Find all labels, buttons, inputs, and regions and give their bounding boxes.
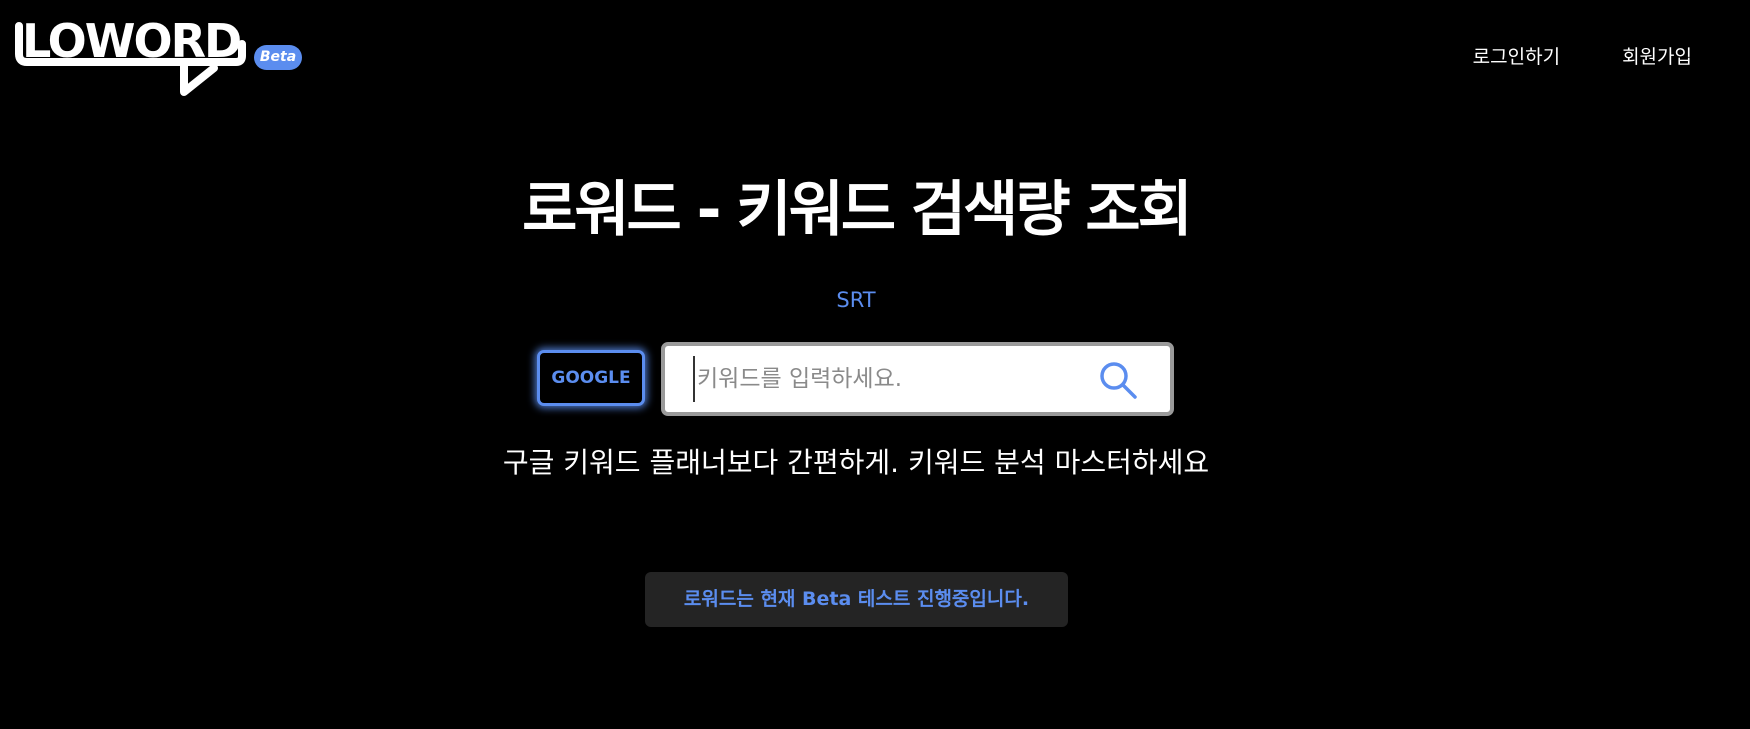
signup-link[interactable]: 회원가입	[1622, 44, 1692, 70]
header: LOWORD Beta 로그인하기 회원가입	[0, 0, 1750, 110]
search-input[interactable]	[693, 356, 1077, 402]
page: LOWORD Beta 로그인하기 회원가입 로워드 - 키워드 검색량 조회 …	[0, 0, 1750, 729]
page-title: 로워드 - 키워드 검색량 조회	[522, 175, 1193, 245]
login-link[interactable]: 로그인하기	[1473, 44, 1560, 70]
search-icon[interactable]	[1098, 360, 1138, 400]
subtitle: SRT	[836, 288, 876, 312]
search-engine-button[interactable]: GOOGLE	[537, 350, 645, 406]
tagline: 구글 키워드 플래너보다 간편하게. 키워드 분석 마스터하세요	[502, 446, 1210, 479]
top-nav: 로그인하기 회원가입	[1411, 44, 1692, 70]
logo-text: LOWORD	[22, 14, 242, 68]
beta-notice: 로워드는 현재 Beta 테스트 진행중입니다.	[645, 572, 1068, 627]
beta-badge: Beta	[254, 45, 302, 70]
search-box	[661, 342, 1174, 416]
